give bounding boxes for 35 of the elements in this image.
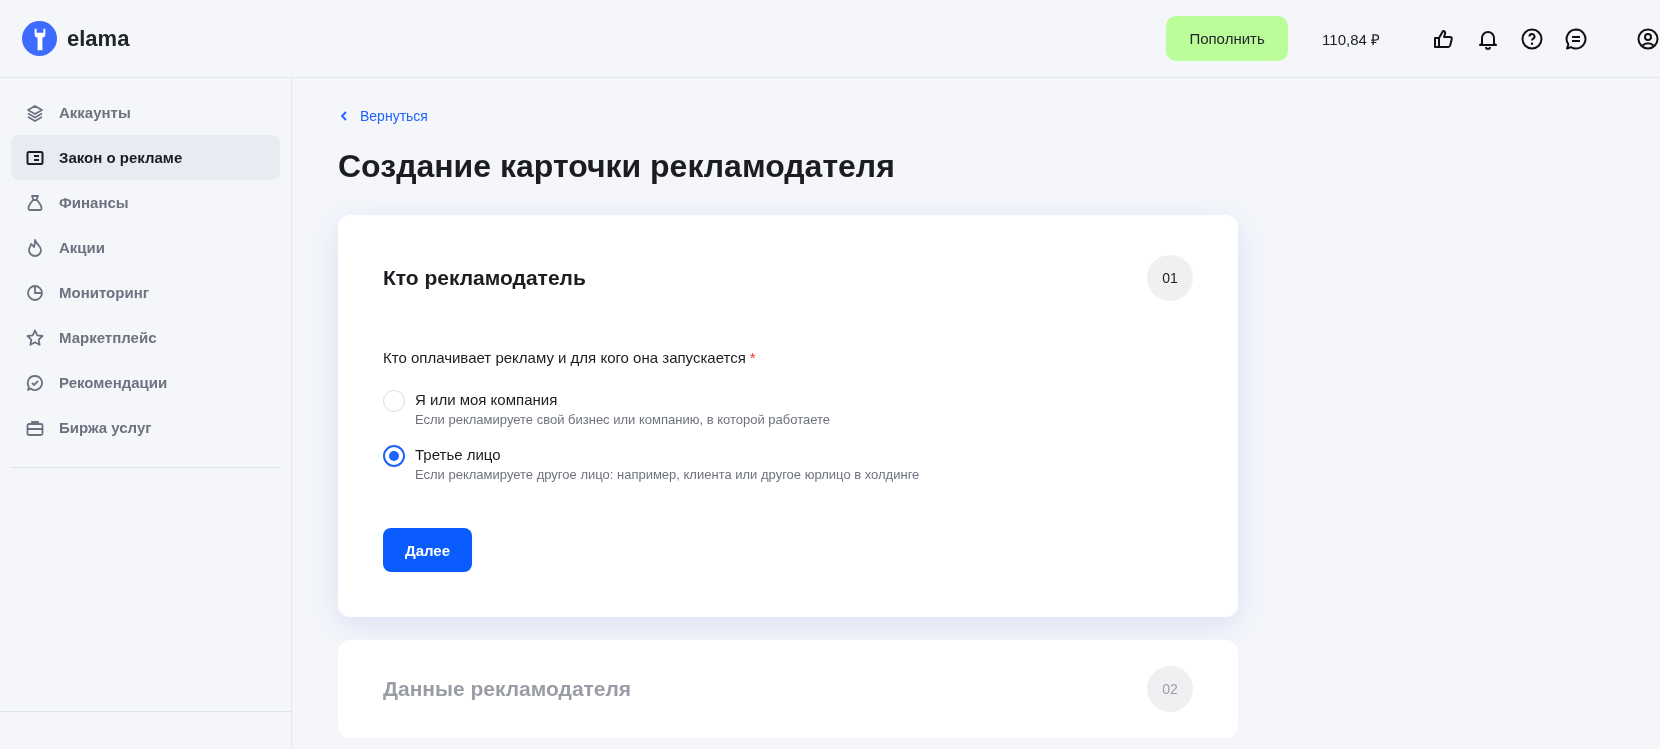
back-link[interactable]: Вернуться [338,108,428,124]
pie-icon [25,282,45,303]
sidebar-item[interactable]: Рекомендации [11,360,280,405]
star-icon [25,327,45,348]
question-label: Кто оплачивает рекламу и для кого она запускается [383,349,746,366]
next-button[interactable]: Далее [383,528,473,572]
flame-icon [25,237,45,258]
sidebar-item[interactable]: Закон о рекламе [11,135,280,180]
sidebar-item[interactable]: Маркетплейс [11,315,280,360]
bag-icon [25,192,45,213]
logo-text: elama [67,25,130,52]
sidebar-item[interactable]: Аккаунты [11,90,280,135]
step-number: 02 [1147,666,1193,712]
option-label: Я или моя компания [415,390,559,410]
radio-button[interactable] [383,445,405,467]
page-title: Создание карточки рекламодателя [338,148,896,185]
balance: 110,84 ₽ [1322,29,1380,49]
user-icon[interactable] [1636,26,1660,51]
step-number: 01 [1147,255,1193,301]
sidebar-item[interactable]: Биржа услуг [11,405,280,450]
help-icon[interactable] [1520,26,1544,51]
chat-check-icon [25,372,45,393]
topup-button[interactable]: Пополнить [1166,16,1289,61]
option-label: Третье лицо [415,445,502,465]
layers-icon [25,102,45,123]
step-title: Кто рекламодатель [383,266,586,290]
step-title: Данные рекламодателя [383,677,632,701]
sidebar-item[interactable]: Финансы [11,180,280,225]
option-hint: Если рекламируете другое лицо: например, клиента или другое юрлицо в холдинге [415,467,920,482]
sidebar-item[interactable]: Мониторинг [11,270,280,315]
sidebar-item[interactable]: Акции [11,225,280,270]
chevron-left-icon [338,110,350,122]
chat-icon[interactable] [1564,26,1588,51]
required-mark: * [749,349,756,366]
option-hint: Если рекламируете свой бизнес или компанию, в которой работаете [415,412,831,427]
